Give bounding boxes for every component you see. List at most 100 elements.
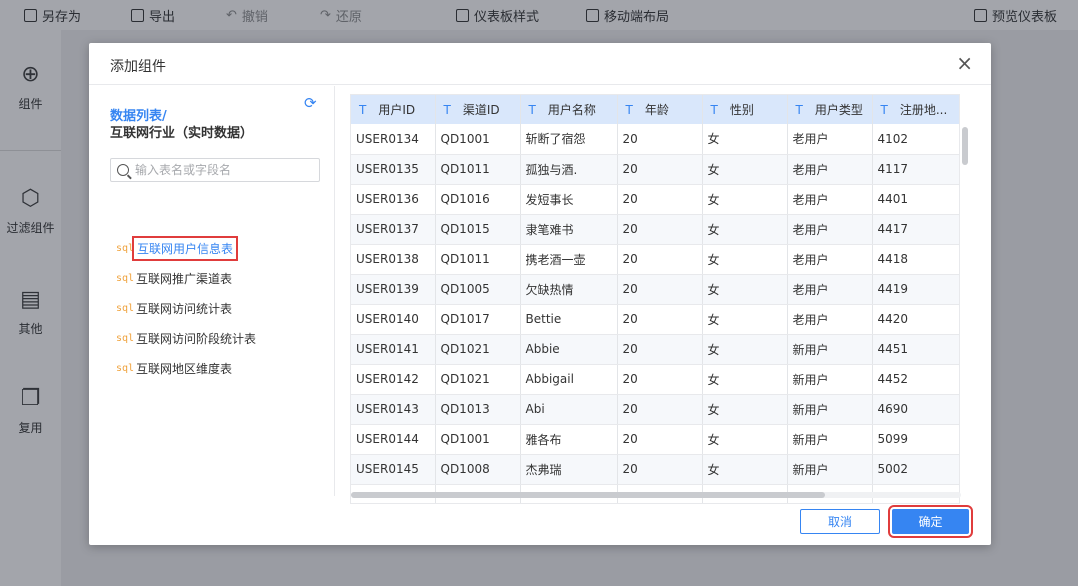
search-input[interactable]	[135, 163, 315, 177]
breadcrumb-current: 互联网行业（实时数据）	[110, 126, 254, 141]
preview-dashboard-button[interactable]: 预览仪表板	[974, 0, 1057, 30]
table-cell: 女	[702, 214, 788, 245]
table-cell: 新用户	[787, 424, 873, 455]
sql-icon: sql	[116, 362, 135, 374]
document-icon: ▤	[20, 287, 41, 312]
table-name: 互联网访问阶段统计表	[136, 331, 257, 346]
table-cell: 新用户	[787, 394, 873, 425]
preview-label: 预览仪表板	[992, 9, 1058, 25]
column-header-label: 年龄	[644, 103, 669, 117]
mobile-layout-button[interactable]: 移动端布局	[586, 0, 669, 30]
column-header-label: 用户名称	[547, 103, 596, 117]
left-rail: ⊕ 组件 ⬡ 过滤组件 ▤ 其他 ❐ 复用	[0, 30, 61, 586]
table-cell: USER0142	[351, 364, 436, 395]
rail-item-component[interactable]: ⊕ 组件	[0, 63, 61, 112]
text-type-icon: T	[528, 103, 536, 117]
table-cell: Abbie	[520, 334, 618, 365]
copy-icon: ❐	[20, 386, 41, 411]
redo-icon: ↷	[320, 7, 331, 23]
text-type-icon: T	[359, 103, 367, 117]
table-cell: 老用户	[787, 184, 873, 215]
rail-item-reuse[interactable]: ❐ 复用	[0, 387, 61, 436]
rail-label-reuse: 复用	[18, 421, 43, 435]
table-cell: 欠缺热情	[520, 274, 618, 305]
confirm-button[interactable]: 确定	[888, 505, 973, 538]
export-label: 导出	[149, 9, 176, 25]
top-toolbar: 另存为 导出 ↶ 撤销 ↷ 还原 仪表板样式 移动端布局 预览仪表板	[0, 0, 1078, 30]
table-cell: 4401	[872, 184, 959, 215]
undo-label: 撤销	[241, 9, 268, 25]
column-header[interactable]: T 年龄	[617, 95, 703, 124]
close-icon[interactable]: ×	[956, 53, 973, 73]
table-cell: QD1005	[435, 274, 521, 305]
table-cell: 女	[702, 154, 788, 185]
table-cell: 女	[702, 424, 788, 455]
save-as-button[interactable]: 另存为	[24, 0, 81, 30]
column-header-label: 渠道ID	[462, 103, 500, 117]
refresh-icon[interactable]: ⟳	[304, 94, 317, 112]
mobile-layout-label: 移动端布局	[604, 9, 670, 25]
column-header[interactable]: T 性别	[702, 95, 788, 124]
cancel-button[interactable]: 取消	[800, 509, 880, 534]
table-cell: 老用户	[787, 154, 873, 185]
redo-button[interactable]: ↷ 还原	[320, 0, 362, 30]
monitor-icon	[974, 8, 987, 22]
table-cell: QD1016	[435, 184, 521, 215]
table-cell: 女	[702, 394, 788, 425]
table-cell: USER0143	[351, 394, 436, 425]
table-cell: 女	[702, 124, 788, 155]
column-header[interactable]: T 注册地...	[872, 95, 959, 124]
table-cell: 4117	[872, 154, 959, 185]
table-cell: 女	[702, 304, 788, 335]
table-cell: QD1021	[435, 364, 521, 395]
dashboard-style-label: 仪表板样式	[474, 9, 540, 25]
table-name: 互联网推广渠道表	[136, 271, 233, 286]
table-list-item[interactable]: sql 互联网访问统计表	[116, 293, 326, 323]
table-cell: 20	[617, 364, 703, 395]
table-cell: 携老酒一壶	[520, 244, 618, 275]
table-list-item[interactable]: sql 互联网地区维度表	[116, 353, 326, 383]
table-cell: Abbigail	[520, 364, 618, 395]
table-row: USER0140 QD1017 Bettie 20 女老用户 4420	[351, 304, 959, 335]
column-header-label: 性别	[729, 103, 754, 117]
column-header[interactable]: T 用户类型	[787, 95, 873, 124]
table-cell: QD1001	[435, 424, 521, 455]
table-cell: 20	[617, 454, 703, 485]
table-cell: 5002	[872, 454, 959, 485]
table-cell: 4420	[872, 304, 959, 335]
sql-icon: sql	[116, 302, 135, 314]
table-list-item[interactable]: sql 互联网用户信息表	[116, 233, 326, 263]
table-row: USER0136 QD1016 发短事长 20 女老用户 4401	[351, 184, 959, 215]
mobile-icon	[586, 8, 599, 22]
table-row: USER0139 QD1005 欠缺热情 20 女老用户 4419	[351, 274, 959, 305]
export-button[interactable]: 导出	[131, 0, 175, 30]
vertical-scrollbar[interactable]	[962, 127, 968, 165]
table-cell: 4418	[872, 244, 959, 275]
column-header[interactable]: T 渠道ID	[435, 95, 521, 124]
table-row: USER0135 QD1011 孤独与酒. 20 女老用户 4117	[351, 154, 959, 185]
table-cell: 女	[702, 334, 788, 365]
undo-button[interactable]: ↶ 撤销	[226, 0, 268, 30]
table-row: USER0141 QD1021 Abbie 20 女新用户 4451	[351, 334, 959, 365]
table-list-item[interactable]: sql 互联网访问阶段统计表	[116, 323, 326, 353]
rail-item-other[interactable]: ▤ 其他	[0, 288, 61, 337]
table-cell: QD1013	[435, 394, 521, 425]
table-cell: QD1008	[435, 454, 521, 485]
rail-item-filter[interactable]: ⬡ 过滤组件	[0, 187, 61, 236]
horizontal-scrollbar[interactable]	[351, 492, 825, 498]
column-header[interactable]: T 用户ID	[351, 95, 436, 124]
table-list-pane: 数据列表/ 互联网行业（实时数据） ⟳ sql互联网用户信息表sql互联网推广渠…	[89, 86, 335, 496]
table-cell: 20	[617, 154, 703, 185]
table-cell: QD1021	[435, 334, 521, 365]
table-row: USER0134 QD1001 斩断了宿怨 20 女老用户 4102	[351, 124, 959, 155]
table-cell: 20	[617, 274, 703, 305]
table-list-item[interactable]: sql 互联网推广渠道表	[116, 263, 326, 293]
table-cell: USER0141	[351, 334, 436, 365]
column-header[interactable]: T 用户名称	[520, 95, 618, 124]
rail-label-other: 其他	[18, 322, 43, 336]
table-cell: 女	[702, 364, 788, 395]
table-cell: 斩断了宿怨	[520, 124, 618, 155]
table-cell: 老用户	[787, 304, 873, 335]
table-cell: USER0138	[351, 244, 436, 275]
dashboard-style-button[interactable]: 仪表板样式	[456, 0, 539, 30]
